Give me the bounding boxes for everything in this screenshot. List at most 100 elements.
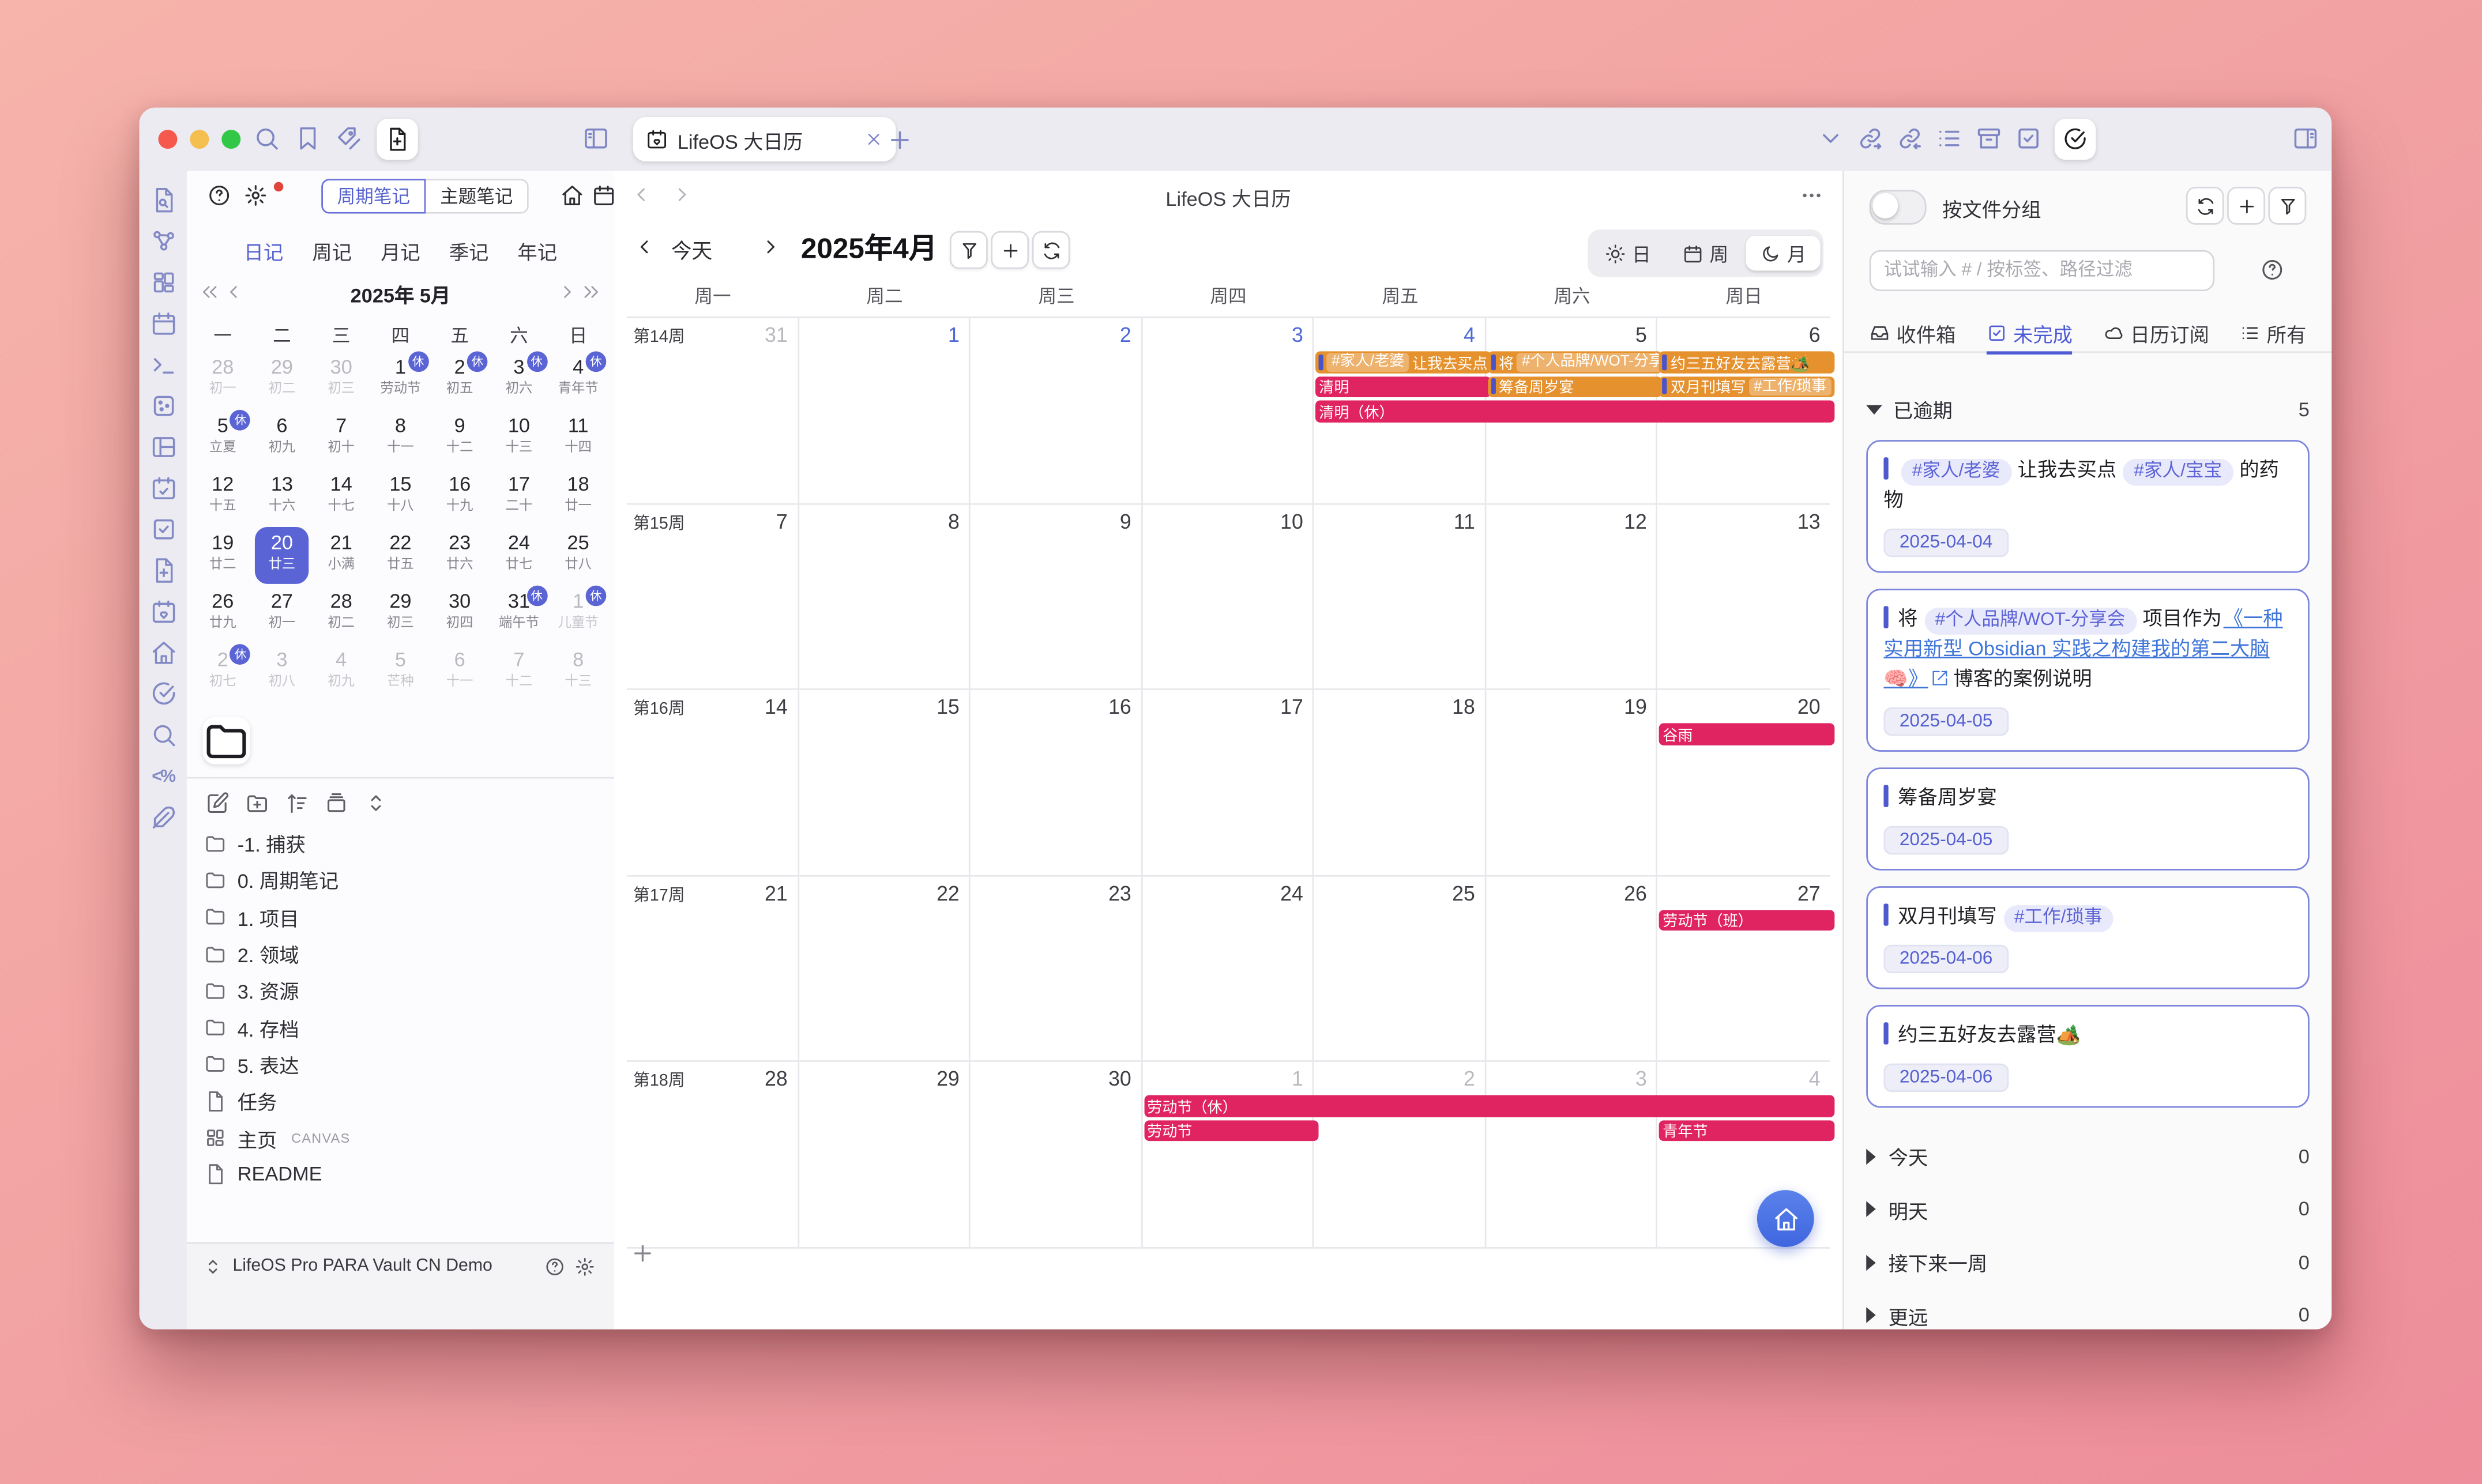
task-card[interactable]: 双月刊填写#工作/琐事2025-04-06 — [1866, 886, 2310, 989]
list-item-主页[interactable]: 主页CANVAS — [187, 1120, 614, 1157]
list-item-2. 领域[interactable]: 2. 领域 — [187, 935, 614, 972]
rail-quill-button[interactable] — [149, 804, 176, 831]
close-window-button[interactable] — [158, 130, 177, 149]
mini-day-cell[interactable]: 27初一 — [253, 586, 312, 645]
folder-plus-icon[interactable] — [245, 791, 269, 815]
mini-day-cell[interactable]: 7初十 — [311, 410, 371, 469]
view-option-月[interactable]: 月 — [1746, 236, 1821, 270]
rail-dashboard-button[interactable] — [149, 269, 176, 296]
mini-day-cell[interactable]: 26廿九 — [193, 586, 253, 645]
chevron-left-icon[interactable] — [223, 282, 244, 303]
calendar-event[interactable]: 劳动节（休） — [1144, 1095, 1835, 1116]
mini-day-cell[interactable]: 11十四 — [548, 410, 608, 469]
plus-button[interactable] — [2227, 187, 2265, 225]
mini-day-cell[interactable]: 29初二 — [253, 351, 312, 410]
search-button[interactable] — [253, 125, 280, 152]
archive-button[interactable] — [1976, 125, 2003, 152]
vault-switcher[interactable]: LifeOS Pro PARA Vault CN Demo — [187, 1242, 614, 1329]
mini-day-cell[interactable]: 10十三 — [490, 410, 549, 469]
mini-day-cell[interactable]: 15十八 — [371, 468, 430, 527]
rail-search-button[interactable] — [149, 722, 176, 749]
mini-day-cell[interactable]: 3初八 — [253, 644, 312, 703]
calendar-event[interactable]: 清明 — [1316, 376, 1491, 397]
rail-checkbox-button[interactable] — [149, 516, 176, 543]
rail-graph-button[interactable] — [149, 228, 176, 255]
plus-button[interactable] — [991, 231, 1029, 269]
note-tab-日记[interactable]: 日记 — [244, 236, 284, 266]
mini-day-cell[interactable]: 30初三 — [311, 351, 371, 410]
list-item-3. 资源[interactable]: 3. 资源 — [187, 972, 614, 1009]
bookmark-button[interactable] — [295, 125, 322, 152]
rail-home-button[interactable] — [149, 639, 176, 666]
link-in-button[interactable] — [1896, 125, 1923, 152]
rail-file-plus-button[interactable] — [149, 557, 176, 584]
rail-calendar-check-button[interactable] — [149, 474, 176, 502]
calendar-event[interactable]: 清明（休） — [1316, 400, 1835, 421]
view-option-周[interactable]: 周 — [1668, 236, 1743, 270]
mini-day-cell[interactable]: 14十七 — [311, 468, 371, 527]
mini-day-cell[interactable]: 21小满 — [311, 527, 371, 586]
task-card[interactable]: 约三五好友去露营🏕️2025-04-06 — [1866, 1005, 2310, 1108]
list-item-1. 项目[interactable]: 1. 项目 — [187, 898, 614, 935]
refresh-button[interactable] — [2186, 187, 2224, 225]
tab-未完成[interactable]: 未完成 — [1986, 313, 2073, 354]
mini-day-cell[interactable]: 25廿八 — [548, 527, 608, 586]
calendar-event[interactable]: #家人/老婆让我去买点 — [1316, 351, 1491, 372]
note-tab-周记[interactable]: 周记 — [312, 236, 352, 266]
calendar-event[interactable]: 约三五好友去露营🏕️ — [1660, 351, 1834, 372]
rail-calendar-heart-button[interactable] — [149, 598, 176, 626]
tab-收件箱[interactable]: 收件箱 — [1870, 313, 1956, 351]
rail-file-search-button[interactable] — [149, 187, 176, 214]
tags-button[interactable] — [336, 125, 363, 152]
mini-day-cell[interactable]: 2初五休 — [430, 351, 490, 410]
section-明天[interactable]: 明天0 — [1866, 1183, 2310, 1236]
mini-day-cell[interactable]: 4初九 — [311, 644, 371, 703]
calendar-event[interactable]: 筹备周岁宴 — [1488, 376, 1663, 397]
mini-day-cell[interactable]: 18廿一 — [548, 468, 608, 527]
tab-lifeos-calendar[interactable]: LifeOS 大日历 — [633, 117, 896, 161]
checkbox-button[interactable] — [2015, 125, 2042, 152]
gear-icon[interactable] — [574, 1256, 595, 1277]
list-item--1. 捕获[interactable]: -1. 捕获 — [187, 824, 614, 861]
rail-templater-button[interactable]: <% — [149, 763, 176, 790]
mini-day-cell[interactable]: 5芒种 — [371, 644, 430, 703]
section-今天[interactable]: 今天0 — [1866, 1130, 2310, 1183]
add-event-button[interactable] — [630, 1241, 655, 1266]
task-card[interactable]: 筹备周岁宴2025-04-05 — [1866, 767, 2310, 870]
more-options-icon[interactable] — [1800, 183, 1823, 207]
next-month-button[interactable] — [760, 236, 782, 258]
mini-day-cell[interactable]: 7十二 — [490, 644, 549, 703]
zoom-window-button[interactable] — [221, 130, 240, 149]
close-icon[interactable] — [864, 130, 883, 149]
mini-day-cell[interactable]: 8十一 — [371, 410, 430, 469]
calendar-event[interactable]: 劳动节 — [1144, 1120, 1319, 1141]
prev-month-button[interactable] — [633, 236, 655, 258]
list-item-5. 表达[interactable]: 5. 表达 — [187, 1046, 614, 1083]
mini-day-cell[interactable]: 22廿五 — [371, 527, 430, 586]
mini-day-cell[interactable]: 28初一 — [193, 351, 253, 410]
help-icon[interactable] — [544, 1256, 565, 1277]
mini-day-cell[interactable]: 6十一 — [430, 644, 490, 703]
edit-icon[interactable] — [206, 791, 230, 815]
new-tab-button[interactable] — [886, 127, 913, 154]
mini-day-cell[interactable]: 16十九 — [430, 468, 490, 527]
note-tab-年记[interactable]: 年记 — [517, 236, 557, 266]
rail-calendar-button[interactable] — [149, 310, 176, 337]
mini-day-cell[interactable]: 23廿六 — [430, 527, 490, 586]
mini-day-cell[interactable]: 12十五 — [193, 468, 253, 527]
file-explorer-tab[interactable] — [202, 717, 250, 764]
minimize-window-button[interactable] — [190, 130, 209, 149]
sidebar-toggle-button[interactable] — [582, 125, 610, 152]
group-by-file-toggle[interactable] — [1870, 190, 1927, 224]
home-icon[interactable] — [561, 183, 584, 207]
scroll-home-button[interactable] — [1757, 1190, 1814, 1247]
mini-day-cell[interactable]: 1儿童节休 — [548, 586, 608, 645]
gear-icon[interactable] — [244, 183, 268, 207]
mini-day-cell[interactable]: 19廿二 — [193, 527, 253, 586]
mini-day-cell[interactable]: 13十六 — [253, 468, 312, 527]
mini-day-cell[interactable]: 5立夏休 — [193, 410, 253, 469]
overdue-section-header[interactable]: 已逾期 5 — [1866, 394, 2310, 424]
mini-day-cell[interactable]: 8十三 — [548, 644, 608, 703]
refresh-button[interactable] — [1032, 231, 1070, 269]
task-card[interactable]: #家人/老婆让我去买点#家人/宝宝的药物2025-04-04 — [1866, 440, 2310, 573]
